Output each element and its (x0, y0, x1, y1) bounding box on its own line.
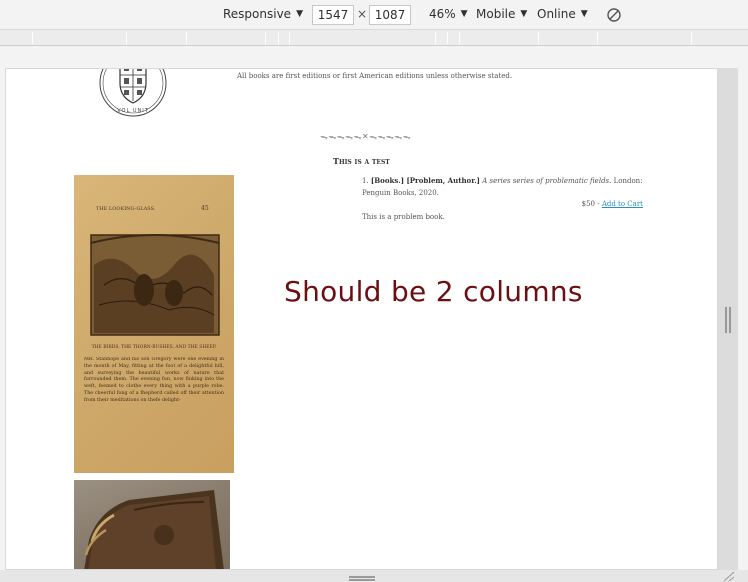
width-input[interactable]: 1547 (312, 5, 354, 25)
mq-marker (538, 32, 539, 44)
mq-marker (447, 32, 448, 44)
chevron-down-icon: ▼ (580, 9, 588, 19)
book-page-number: 45 (201, 205, 209, 212)
device-toolbar: Responsive ▼ 1547 × 1087 46% ▼ Mobile ▼ … (0, 0, 748, 30)
device-viewport: VOL UNIT All books are first editions or… (5, 68, 718, 570)
zoom-select[interactable]: 46% ▼ (429, 7, 468, 21)
book-page-image: THE LOOKING-GLASS. 45 THE BIRDS, THE THO… (74, 175, 234, 473)
entry-title: A series series of problematic fields. (482, 177, 612, 185)
book-cover-photo (74, 480, 230, 569)
bottom-resize-handle[interactable] (349, 576, 375, 581)
mq-marker (459, 32, 460, 44)
mq-marker (435, 32, 436, 44)
add-to-cart-link[interactable]: Add to Cart (602, 200, 643, 208)
book-cover-illustration (84, 490, 224, 569)
mq-marker (691, 32, 692, 44)
chevron-down-icon: ▼ (520, 9, 528, 19)
dimension-times-symbol: × (357, 7, 368, 21)
device-select[interactable]: Responsive ▼ (223, 7, 303, 21)
book-header: THE LOOKING-GLASS. (96, 206, 156, 212)
mq-marker (126, 32, 127, 44)
mq-marker (597, 32, 598, 44)
right-resize-handle[interactable] (725, 307, 731, 333)
logo-text: VOL UNIT (117, 108, 149, 114)
rotate-icon[interactable] (606, 7, 622, 23)
book-page-illustration: THE LOOKING-GLASS. 45 THE BIRDS, THE THO… (84, 205, 224, 403)
mq-marker (278, 32, 279, 44)
book-caption: THE BIRDS, THE THORN-BUSHES, AND THE SHE… (92, 344, 217, 350)
corner-resize-icon[interactable] (722, 570, 736, 582)
chevron-down-icon: ▼ (296, 9, 303, 19)
throttle-label: Mobile (476, 7, 516, 21)
price: $50 - (581, 200, 600, 208)
zoom-label: 46% (429, 7, 456, 21)
mq-marker (265, 32, 266, 44)
section-title: This is a test (333, 156, 390, 166)
logo: VOL UNIT (99, 69, 167, 117)
network-select[interactable]: Online ▼ (537, 7, 588, 21)
media-query-bar[interactable] (0, 30, 748, 46)
annotation-text: Should be 2 columns (284, 275, 583, 308)
mq-marker (289, 32, 290, 44)
entry-tags: [Books.] [Problem, Author.] (370, 176, 480, 185)
device-select-label: Responsive (223, 7, 292, 21)
chevron-down-icon: ▼ (460, 9, 468, 19)
book-body-text: MR. Stanhope and his son Gregory were on… (84, 357, 224, 403)
catalog-entry: 1. [Books.] [Problem, Author.] A series … (362, 175, 646, 199)
throttle-select[interactable]: Mobile ▼ (476, 7, 527, 21)
entry-number: 1. (362, 177, 369, 185)
edition-notice: All books are first editions or first Am… (237, 72, 513, 80)
mq-marker (186, 32, 187, 44)
network-label: Online (537, 7, 576, 21)
mq-marker (32, 32, 33, 44)
height-input[interactable]: 1087 (369, 5, 411, 25)
ornament-divider: ᯓᯓᯓᯓᯓ✕ᯓᯓᯓᯓᯓ (320, 132, 412, 141)
price-line: $50 - Add to Cart (362, 200, 643, 208)
entry-description: This is a problem book. (362, 213, 445, 221)
